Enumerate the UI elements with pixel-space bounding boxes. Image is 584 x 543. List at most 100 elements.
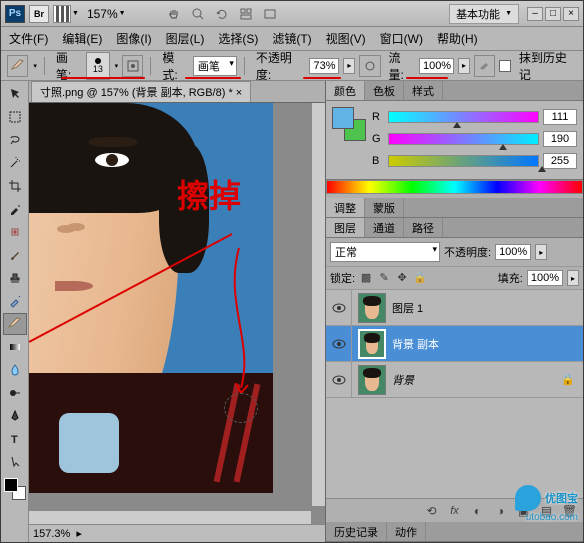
tab-paths[interactable]: 路径 bbox=[404, 218, 443, 237]
spectrum-ramp[interactable] bbox=[326, 180, 583, 194]
menu-select[interactable]: 选择(S) bbox=[218, 30, 258, 47]
marquee-tool[interactable] bbox=[3, 106, 27, 128]
brush-panel-toggle[interactable] bbox=[122, 55, 143, 77]
tab-adjustments[interactable]: 调整 bbox=[326, 198, 365, 217]
tablet-opacity-icon[interactable] bbox=[359, 55, 380, 77]
screen-mode-icon[interactable] bbox=[262, 6, 278, 22]
heal-tool[interactable] bbox=[3, 221, 27, 243]
dodge-tool[interactable] bbox=[3, 382, 27, 404]
layer-row[interactable]: 背景 副本 bbox=[326, 326, 583, 362]
crop-tool[interactable] bbox=[3, 175, 27, 197]
opacity-field[interactable]: 73% bbox=[309, 58, 339, 74]
channel-value[interactable]: 190 bbox=[543, 131, 577, 147]
status-flyout[interactable]: ▸ bbox=[76, 527, 82, 540]
menu-window[interactable]: 窗口(W) bbox=[380, 30, 423, 47]
chevron-down-icon[interactable]: ▼ bbox=[119, 10, 126, 17]
brush-preview[interactable]: 13 bbox=[86, 52, 109, 80]
channel-value[interactable]: 111 bbox=[543, 109, 577, 125]
scrollbar-vertical[interactable] bbox=[311, 103, 325, 506]
lock-position-icon[interactable]: ✥ bbox=[395, 271, 409, 285]
eyedropper-tool[interactable] bbox=[3, 198, 27, 220]
tab-layers[interactable]: 图层 bbox=[326, 218, 365, 237]
channel-slider[interactable] bbox=[388, 155, 539, 167]
opacity-flyout[interactable]: ▸ bbox=[343, 58, 355, 74]
move-tool[interactable] bbox=[3, 83, 27, 105]
zoom-level[interactable]: 157% bbox=[87, 7, 118, 21]
color-swatch[interactable] bbox=[4, 478, 26, 500]
menu-filter[interactable]: 滤镜(T) bbox=[272, 30, 311, 47]
type-tool[interactable]: T bbox=[3, 428, 27, 450]
zoom-icon[interactable] bbox=[190, 6, 206, 22]
tab-close-icon[interactable]: × bbox=[236, 87, 242, 99]
airbrush-icon[interactable] bbox=[474, 55, 495, 77]
menu-layer[interactable]: 图层(L) bbox=[166, 30, 205, 47]
layer-row[interactable]: 背景🔒 bbox=[326, 362, 583, 398]
menu-file[interactable]: 文件(F) bbox=[9, 30, 48, 47]
pen-tool[interactable] bbox=[3, 405, 27, 427]
layer-opacity-field[interactable]: 100% bbox=[495, 244, 531, 260]
channel-slider[interactable] bbox=[388, 111, 539, 123]
tab-history[interactable]: 历史记录 bbox=[326, 522, 387, 541]
layer-row[interactable]: 图层 1 bbox=[326, 290, 583, 326]
lock-pixels-icon[interactable]: ✎ bbox=[377, 271, 391, 285]
color-panel-swatch[interactable] bbox=[332, 107, 366, 141]
workspace-switcher[interactable]: 基本功能▼ bbox=[449, 4, 519, 24]
menu-image[interactable]: 图像(I) bbox=[116, 30, 151, 47]
close-button[interactable]: × bbox=[563, 7, 579, 21]
tab-actions[interactable]: 动作 bbox=[387, 522, 426, 541]
tab-styles[interactable]: 样式 bbox=[404, 81, 443, 100]
fill-field[interactable]: 100% bbox=[527, 270, 563, 286]
fx-icon[interactable]: fx bbox=[447, 503, 462, 518]
fill-flyout[interactable]: ▸ bbox=[567, 270, 579, 286]
flow-field[interactable]: 100% bbox=[419, 58, 454, 74]
layer-visibility-icon[interactable] bbox=[326, 326, 352, 361]
tab-channels[interactable]: 通道 bbox=[365, 218, 404, 237]
minibridge-icon[interactable] bbox=[53, 5, 71, 23]
tool-preset-dropdown[interactable]: ▾ bbox=[33, 62, 37, 70]
layer-visibility-icon[interactable] bbox=[326, 290, 352, 325]
eraser-tool[interactable] bbox=[3, 313, 27, 335]
gradient-tool[interactable] bbox=[3, 336, 27, 358]
lock-transparency-icon[interactable]: ▩ bbox=[359, 271, 373, 285]
path-select-tool[interactable] bbox=[3, 451, 27, 473]
channel-value[interactable]: 255 bbox=[543, 153, 577, 169]
link-layers-icon[interactable]: ⟲ bbox=[424, 503, 439, 518]
current-tool-icon[interactable] bbox=[7, 55, 28, 77]
maximize-button[interactable]: □ bbox=[545, 7, 561, 21]
rotate-icon[interactable] bbox=[214, 6, 230, 22]
channel-slider[interactable] bbox=[388, 133, 539, 145]
scrollbar-horizontal[interactable] bbox=[29, 510, 311, 524]
tab-masks[interactable]: 蒙版 bbox=[365, 198, 404, 217]
brush-picker-dropdown[interactable]: ▾ bbox=[115, 62, 119, 70]
blur-tool[interactable] bbox=[3, 359, 27, 381]
layer-thumbnail[interactable] bbox=[358, 329, 386, 359]
menu-help[interactable]: 帮助(H) bbox=[437, 30, 478, 47]
blend-mode-combo[interactable]: 正常 bbox=[330, 242, 440, 262]
bridge-icon[interactable]: Br bbox=[29, 5, 49, 23]
wand-tool[interactable] bbox=[3, 152, 27, 174]
lock-all-icon[interactable]: 🔒 bbox=[413, 271, 427, 285]
adjustment-layer-icon[interactable]: ◑ bbox=[493, 503, 508, 518]
canvas[interactable]: 擦掉 bbox=[29, 103, 273, 463]
stamp-tool[interactable] bbox=[3, 267, 27, 289]
tab-swatches[interactable]: 色板 bbox=[365, 81, 404, 100]
history-brush-tool[interactable] bbox=[3, 290, 27, 312]
minimize-button[interactable]: – bbox=[527, 7, 543, 21]
lasso-tool[interactable] bbox=[3, 129, 27, 151]
flow-flyout[interactable]: ▸ bbox=[458, 58, 470, 74]
arrange-icon[interactable] bbox=[238, 6, 254, 22]
layer-thumbnail[interactable] bbox=[358, 365, 386, 395]
hand-icon[interactable] bbox=[166, 6, 182, 22]
menu-edit[interactable]: 编辑(E) bbox=[62, 30, 102, 47]
erase-history-checkbox[interactable] bbox=[499, 60, 511, 72]
mode-combo[interactable]: 画笔 bbox=[193, 56, 237, 76]
layer-thumbnail[interactable] bbox=[358, 293, 386, 323]
brush-tool[interactable] bbox=[3, 244, 27, 266]
mask-icon[interactable]: ◐ bbox=[470, 503, 485, 518]
canvas-viewport[interactable]: 擦掉 bbox=[29, 103, 325, 524]
chevron-down-icon[interactable]: ▼ bbox=[72, 10, 79, 17]
status-zoom[interactable]: 157.3% bbox=[33, 528, 70, 540]
document-tab[interactable]: 寸照.png @ 157% (背景 副本, RGB/8) * × bbox=[31, 81, 251, 102]
menu-view[interactable]: 视图(V) bbox=[326, 30, 366, 47]
tab-color[interactable]: 颜色 bbox=[326, 81, 365, 100]
